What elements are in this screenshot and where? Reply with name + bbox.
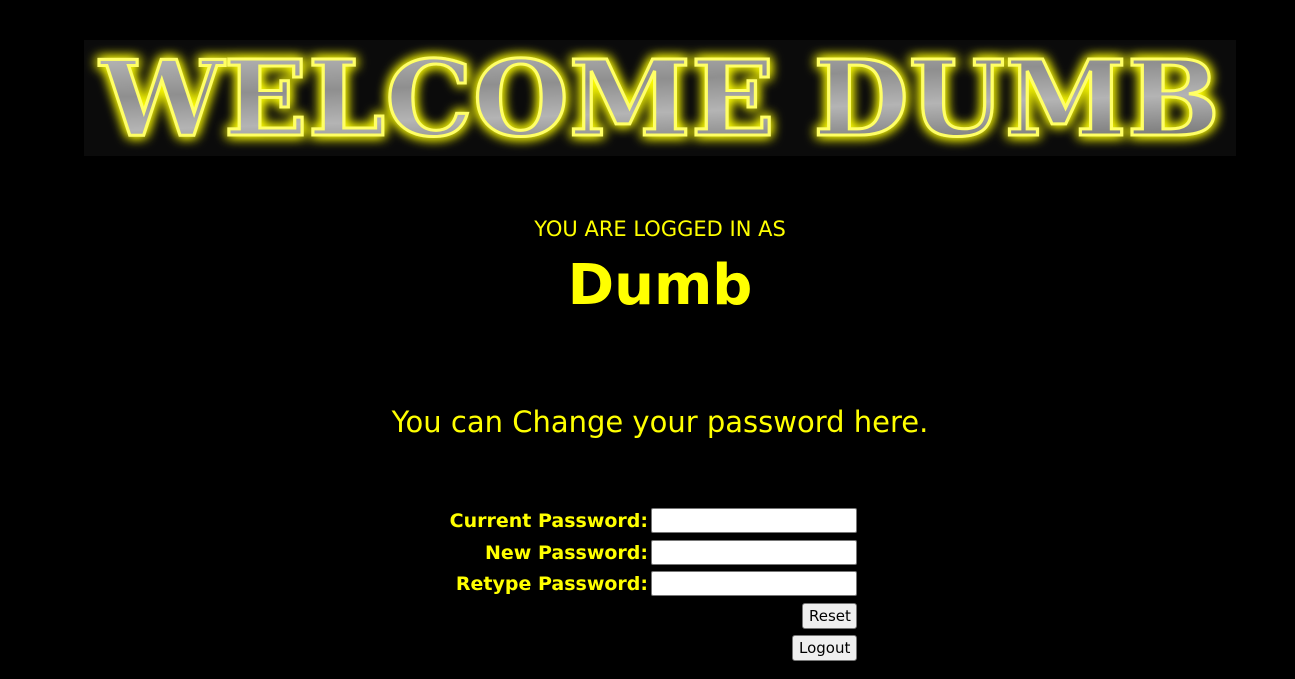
new-password-row: New Password: — [300, 540, 857, 567]
banner-title: WELCOME DUMB — [99, 40, 1220, 156]
retype-password-field[interactable] — [651, 571, 857, 596]
current-password-label: Current Password: — [449, 510, 648, 532]
logout-button[interactable]: Logout — [792, 635, 857, 661]
reset-button[interactable]: Reset — [802, 603, 857, 629]
banner-graphic: WELCOME DUMB — [97, 40, 1221, 156]
retype-password-row: Retype Password: — [300, 571, 857, 598]
welcome-banner: WELCOME DUMB — [84, 40, 1236, 156]
current-password-row: Current Password: — [300, 508, 857, 535]
change-password-message: You can Change your password here. — [391, 405, 929, 439]
page: WELCOME DUMB YOU ARE LOGGED IN AS Dumb Y… — [0, 0, 1295, 679]
retype-password-label: Retype Password: — [455, 573, 648, 595]
logged-in-label: YOU ARE LOGGED IN AS — [534, 217, 786, 241]
new-password-field[interactable] — [651, 540, 857, 565]
new-password-label: New Password: — [485, 542, 648, 564]
current-password-field[interactable] — [651, 508, 857, 533]
username-heading: Dumb — [567, 253, 753, 318]
